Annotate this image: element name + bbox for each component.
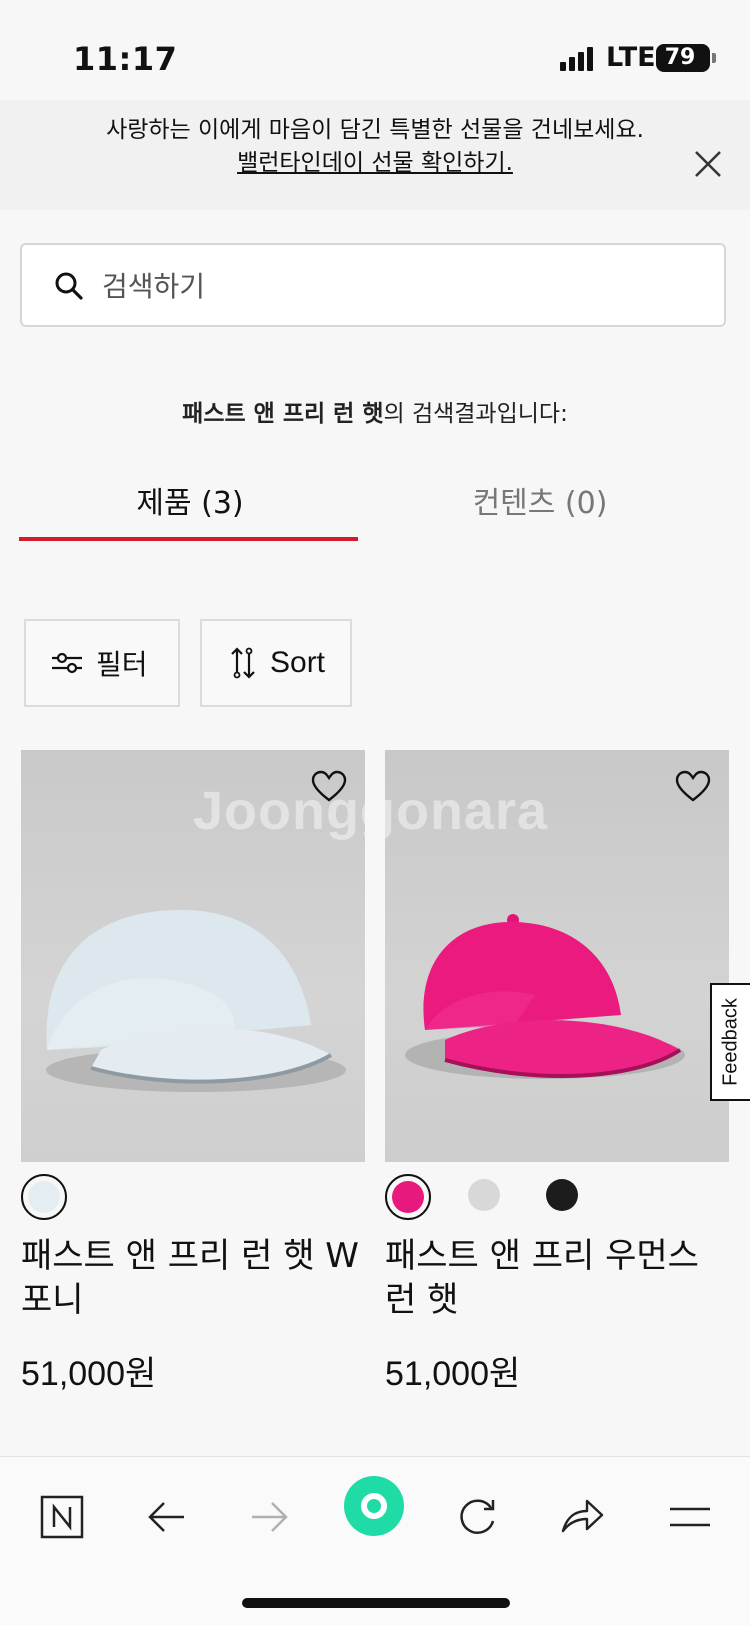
swatch-light-blue[interactable] — [21, 1174, 67, 1220]
signal-icon — [560, 45, 600, 71]
product-name[interactable]: 패스트 앤 프리 런 햇 W 포니 — [21, 1234, 365, 1322]
share-icon[interactable] — [552, 1487, 612, 1547]
product-image[interactable]: Joonggonara — [385, 750, 729, 1162]
status-bar: 11:17 LTE 79 — [0, 0, 750, 100]
search-icon — [55, 272, 83, 300]
forward-arrow-icon[interactable] — [240, 1487, 300, 1547]
home-circle-icon[interactable] — [343, 1475, 405, 1537]
sort-button[interactable]: Sort — [200, 619, 352, 707]
back-arrow-icon[interactable] — [136, 1487, 196, 1547]
sort-icon — [231, 647, 255, 679]
battery-icon: 79 — [656, 44, 716, 72]
tab-contents[interactable]: 컨텐츠 (0) — [370, 478, 710, 522]
banner-link[interactable]: 밸런타인데이 선물 확인하기. — [0, 147, 750, 180]
watermark: Joonggonara — [385, 781, 549, 841]
feedback-tab[interactable]: Feedback — [710, 983, 750, 1101]
battery-level: 79 — [664, 45, 696, 70]
heart-icon[interactable] — [675, 770, 711, 802]
n-logo-icon[interactable] — [32, 1487, 92, 1547]
sort-label: Sort — [270, 646, 326, 679]
network-type: LTE — [606, 42, 656, 73]
menu-icon[interactable] — [660, 1487, 720, 1547]
heart-icon[interactable] — [311, 770, 347, 802]
filter-icon — [52, 652, 82, 674]
product-image[interactable]: Joonggonara — [21, 750, 365, 1162]
active-tab-indicator — [19, 537, 358, 541]
result-suffix: 의 검색결과입니다: — [383, 401, 568, 427]
filter-button[interactable]: 필터 — [24, 619, 180, 707]
close-icon[interactable] — [690, 146, 726, 182]
filter-label: 필터 — [96, 648, 148, 681]
tab-products[interactable]: 제품 (3) — [20, 478, 360, 522]
search-result-summary: 패스트 앤 프리 런 햇의 검색결과입니다: — [0, 394, 750, 428]
clock: 11:17 — [73, 40, 178, 78]
banner-text: 사랑하는 이에게 마음이 담긴 특별한 선물을 건네보세요. — [106, 117, 644, 143]
product-price: 51,000원 — [385, 1355, 521, 1393]
home-indicator — [242, 1598, 510, 1608]
product-price: 51,000원 — [21, 1355, 157, 1393]
refresh-icon[interactable] — [448, 1487, 508, 1547]
swatch-pink[interactable] — [385, 1174, 431, 1220]
search-box[interactable] — [20, 243, 726, 327]
product-name[interactable]: 패스트 앤 프리 우먼스 런 햇 — [385, 1234, 729, 1322]
search-input[interactable] — [100, 257, 684, 315]
swatch-black[interactable] — [541, 1174, 587, 1220]
swatch-gray[interactable] — [463, 1174, 509, 1220]
color-swatches — [385, 1174, 729, 1226]
feedback-label: Feedback — [719, 998, 742, 1086]
promo-banner: 사랑하는 이에게 마음이 담긴 특별한 선물을 건네보세요. 밸런타인데이 선물… — [0, 100, 750, 210]
search-query: 패스트 앤 프리 런 햇 — [182, 401, 384, 427]
color-swatches — [21, 1174, 365, 1226]
